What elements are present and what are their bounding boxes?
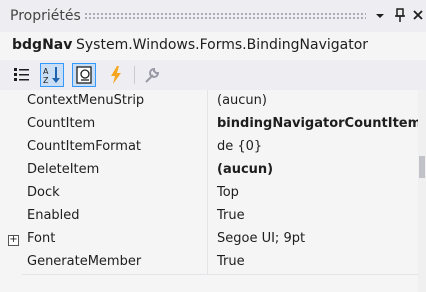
property-value[interactable]: bindingNavigatorCountItem	[217, 116, 421, 131]
drag-grip[interactable]	[84, 12, 366, 20]
window-title: Propriétés	[10, 8, 81, 24]
object-type: System.Windows.Forms.BindingNavigator	[76, 37, 369, 53]
svg-text:Z: Z	[43, 76, 49, 85]
scrollbar-thumb[interactable]	[419, 156, 425, 178]
object-name: bdgNav	[12, 37, 73, 53]
title-bar: Propriétés	[0, 0, 426, 32]
property-name: Dock	[27, 185, 60, 200]
property-row[interactable]: Dock Top	[22, 182, 418, 206]
property-row[interactable]: GenerateMember True	[22, 251, 418, 275]
toolbar-separator	[134, 66, 135, 84]
property-value[interactable]: (aucun)	[217, 162, 273, 177]
property-row[interactable]: CountItemFormat de {0}	[22, 136, 418, 160]
property-row[interactable]: ContextMenuStrip (aucun)	[22, 90, 418, 114]
grid-margin	[0, 90, 22, 292]
object-selector[interactable]: bdgNav System.Windows.Forms.BindingNavig…	[0, 32, 426, 61]
properties-icon[interactable]	[72, 63, 96, 87]
expand-font-icon[interactable]: +	[8, 235, 19, 246]
alphabetical-icon[interactable]: A Z	[40, 63, 64, 87]
property-name: Font	[27, 231, 56, 246]
property-row[interactable]: CountItem bindingNavigatorCountItem	[22, 113, 421, 137]
property-grid: ContextMenuStrip (aucun) CountItem bindi…	[0, 90, 426, 292]
dropdown-arrow-icon[interactable]	[372, 6, 388, 24]
property-row[interactable]: Enabled True	[22, 205, 418, 229]
categorized-icon[interactable]	[10, 63, 34, 87]
property-name: CountItemFormat	[27, 139, 142, 154]
events-icon[interactable]	[104, 63, 128, 87]
property-row[interactable]: Font Segoe UI; 9pt	[22, 228, 418, 252]
property-pages-icon[interactable]	[140, 63, 164, 87]
property-value[interactable]: Segoe UI; 9pt	[217, 231, 305, 246]
property-value[interactable]: de {0}	[217, 139, 262, 154]
property-name: DeleteItem	[27, 162, 100, 177]
property-name: GenerateMember	[27, 254, 142, 269]
properties-toolbar: A Z	[0, 60, 426, 90]
close-icon[interactable]	[410, 6, 426, 24]
property-name: CountItem	[27, 116, 96, 131]
svg-text:A: A	[43, 67, 49, 76]
property-row[interactable]: DeleteItem (aucun)	[22, 159, 418, 183]
property-value[interactable]: Top	[217, 185, 239, 200]
property-value[interactable]: True	[217, 254, 245, 269]
vertical-scrollbar[interactable]	[418, 90, 426, 292]
property-name: Enabled	[27, 208, 80, 223]
property-name: ContextMenuStrip	[27, 93, 145, 108]
pin-icon[interactable]	[392, 6, 408, 24]
property-value[interactable]: (aucun)	[217, 93, 267, 108]
property-value[interactable]: True	[217, 208, 245, 223]
